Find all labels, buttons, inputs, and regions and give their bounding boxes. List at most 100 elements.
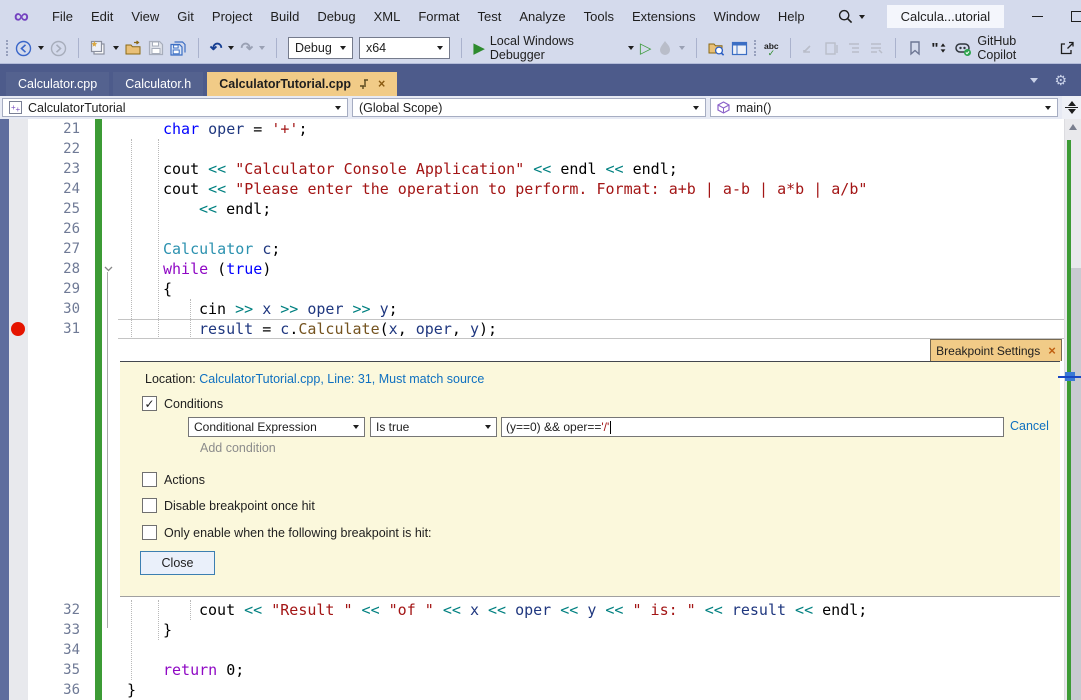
breakpoint-dot[interactable]: [11, 322, 25, 336]
toolbar-grip-handle[interactable]: [6, 40, 9, 56]
code-block-top[interactable]: 21char oper = '+';2223cout << "Calculato…: [0, 119, 1064, 339]
cancel-link[interactable]: Cancel: [1010, 419, 1049, 433]
code-line-22[interactable]: 22: [0, 139, 1064, 159]
close-tab-icon[interactable]: ×: [378, 77, 385, 91]
code-line-35[interactable]: 35return 0;: [0, 660, 1064, 680]
menu-item-debug[interactable]: Debug: [308, 5, 364, 28]
menu-item-edit[interactable]: Edit: [82, 5, 122, 28]
redo-button[interactable]: ↷: [240, 41, 253, 56]
code-line-36[interactable]: 36}: [0, 680, 1064, 700]
hot-reload-button[interactable]: [657, 40, 673, 57]
menu-item-build[interactable]: Build: [261, 5, 308, 28]
minimize-button[interactable]: [1032, 16, 1043, 18]
close-button[interactable]: Close: [140, 551, 215, 575]
condition-expression-input[interactable]: (y==0) && oper=='/': [501, 417, 1004, 437]
location-link[interactable]: CalculatorTutorial.cpp, Line: 31, Must m…: [199, 372, 484, 386]
toggle-quotes-button[interactable]: ": [929, 40, 948, 57]
menu-item-format[interactable]: Format: [409, 5, 468, 28]
actions-checkbox[interactable]: [142, 472, 157, 487]
condition-operator-dropdown[interactable]: Is true: [370, 417, 497, 437]
save-button[interactable]: [148, 40, 164, 57]
share-button[interactable]: [1059, 40, 1075, 57]
code-line-31[interactable]: 31result = c.Calculate(x, oper, y);: [0, 319, 1064, 339]
code-line-24[interactable]: 24cout << "Please enter the operation to…: [0, 179, 1064, 199]
toolbar-grip-handle[interactable]: [754, 40, 757, 56]
condition-type-dropdown[interactable]: Conditional Expression: [188, 417, 365, 437]
indent-button[interactable]: [846, 40, 862, 57]
navigate-back-caret-icon[interactable]: [38, 46, 44, 50]
attach-to-process-button[interactable]: [802, 40, 818, 57]
new-project-button[interactable]: [90, 40, 107, 57]
new-project-caret-icon[interactable]: [113, 46, 119, 50]
redo-caret-icon[interactable]: [259, 46, 265, 50]
start-without-debugging-button[interactable]: ▷: [640, 41, 652, 56]
navigate-forward-button[interactable]: [50, 40, 67, 57]
hot-reload-caret-icon[interactable]: [679, 46, 685, 50]
search-button[interactable]: [838, 9, 865, 24]
code-line-26[interactable]: 26: [0, 219, 1064, 239]
pin-icon[interactable]: [359, 79, 370, 90]
code-line-23[interactable]: 23cout << "Calculator Console Applicatio…: [0, 159, 1064, 179]
maximize-button[interactable]: [1071, 11, 1081, 22]
menu-item-window[interactable]: Window: [705, 5, 769, 28]
code-line-32[interactable]: 32cout << "Result " << "of " << x << ope…: [0, 600, 1064, 620]
undo-button[interactable]: ↶: [210, 41, 223, 56]
save-all-button[interactable]: [170, 40, 187, 57]
menu-item-test[interactable]: Test: [469, 5, 511, 28]
split-editor-button[interactable]: [1062, 96, 1081, 119]
code-block-bottom[interactable]: 32cout << "Result " << "of " << x << ope…: [0, 600, 1064, 700]
solution-configuration-dropdown[interactable]: Debug: [288, 37, 353, 59]
code-line-25[interactable]: 25<< endl;: [0, 199, 1064, 219]
menu-item-view[interactable]: View: [122, 5, 168, 28]
undo-caret-icon[interactable]: [228, 46, 234, 50]
menu-item-analyze[interactable]: Analyze: [510, 5, 574, 28]
project-dropdown[interactable]: ++ CalculatorTutorial: [2, 98, 348, 117]
tab-calculator-h[interactable]: Calculator.h: [113, 72, 203, 96]
menu-item-git[interactable]: Git: [168, 5, 203, 28]
search-dropdown-caret-icon[interactable]: [859, 15, 865, 19]
menu-item-file[interactable]: File: [43, 5, 82, 28]
start-debugging-caret-icon[interactable]: [628, 46, 634, 50]
menu-item-xml[interactable]: XML: [365, 5, 410, 28]
navigate-back-button[interactable]: [15, 40, 32, 57]
code-line-33[interactable]: 33}: [0, 620, 1064, 640]
start-debugging-button[interactable]: ▶ Local Windows Debugger: [473, 34, 634, 62]
step-commands-button[interactable]: [824, 40, 840, 57]
scope-name: (Global Scope): [359, 101, 442, 115]
vertical-scrollbar[interactable]: [1064, 119, 1081, 700]
only-enable-checkbox[interactable]: [142, 525, 157, 540]
find-in-files-button[interactable]: [708, 40, 725, 57]
scrollbar-up-arrow-icon[interactable]: [1069, 124, 1077, 130]
code-line-30[interactable]: 30cin >> x >> oper >> y;: [0, 299, 1064, 319]
scrollbar-thumb[interactable]: [1071, 268, 1081, 700]
code-line-29[interactable]: 29{: [0, 279, 1064, 299]
code-line-28[interactable]: 28while (true): [0, 259, 1064, 279]
collapse-chevron-icon[interactable]: [103, 263, 114, 274]
disable-once-hit-checkbox[interactable]: [142, 498, 157, 513]
comment-button[interactable]: [868, 40, 884, 57]
github-copilot-button[interactable]: GitHub Copilot: [954, 34, 1052, 62]
menu-item-project[interactable]: Project: [203, 5, 261, 28]
conditions-checkbox[interactable]: ✓: [142, 396, 157, 411]
tab-calculator-cpp[interactable]: Calculator.cpp: [6, 72, 109, 96]
tab-list-dropdown-icon[interactable]: [1030, 78, 1038, 83]
solution-platform-dropdown[interactable]: x64: [359, 37, 450, 59]
close-icon[interactable]: ×: [1048, 343, 1056, 358]
bookmark-button[interactable]: [907, 40, 923, 57]
code-editor[interactable]: 21char oper = '+';2223cout << "Calculato…: [0, 119, 1081, 700]
open-folder-button[interactable]: [125, 40, 142, 57]
tab-calculatortutorial-cpp[interactable]: CalculatorTutorial.cpp ×: [207, 72, 397, 96]
menu-item-help[interactable]: Help: [769, 5, 814, 28]
code-line-27[interactable]: 27Calculator c;: [0, 239, 1064, 259]
gear-icon[interactable]: ⚙: [1054, 72, 1067, 89]
breakpoint-settings-tab[interactable]: Breakpoint Settings ×: [930, 339, 1062, 361]
menu-item-extensions[interactable]: Extensions: [623, 5, 705, 28]
member-dropdown[interactable]: main(): [710, 98, 1058, 117]
code-line-21[interactable]: 21char oper = '+';: [0, 119, 1064, 139]
solution-explorer-button[interactable]: [731, 40, 748, 57]
menu-item-tools[interactable]: Tools: [575, 5, 623, 28]
add-condition-link[interactable]: Add condition: [200, 441, 276, 455]
scope-dropdown[interactable]: (Global Scope): [352, 98, 706, 117]
code-line-34[interactable]: 34: [0, 640, 1064, 660]
spell-checker-button[interactable]: abc ✓: [763, 40, 779, 57]
